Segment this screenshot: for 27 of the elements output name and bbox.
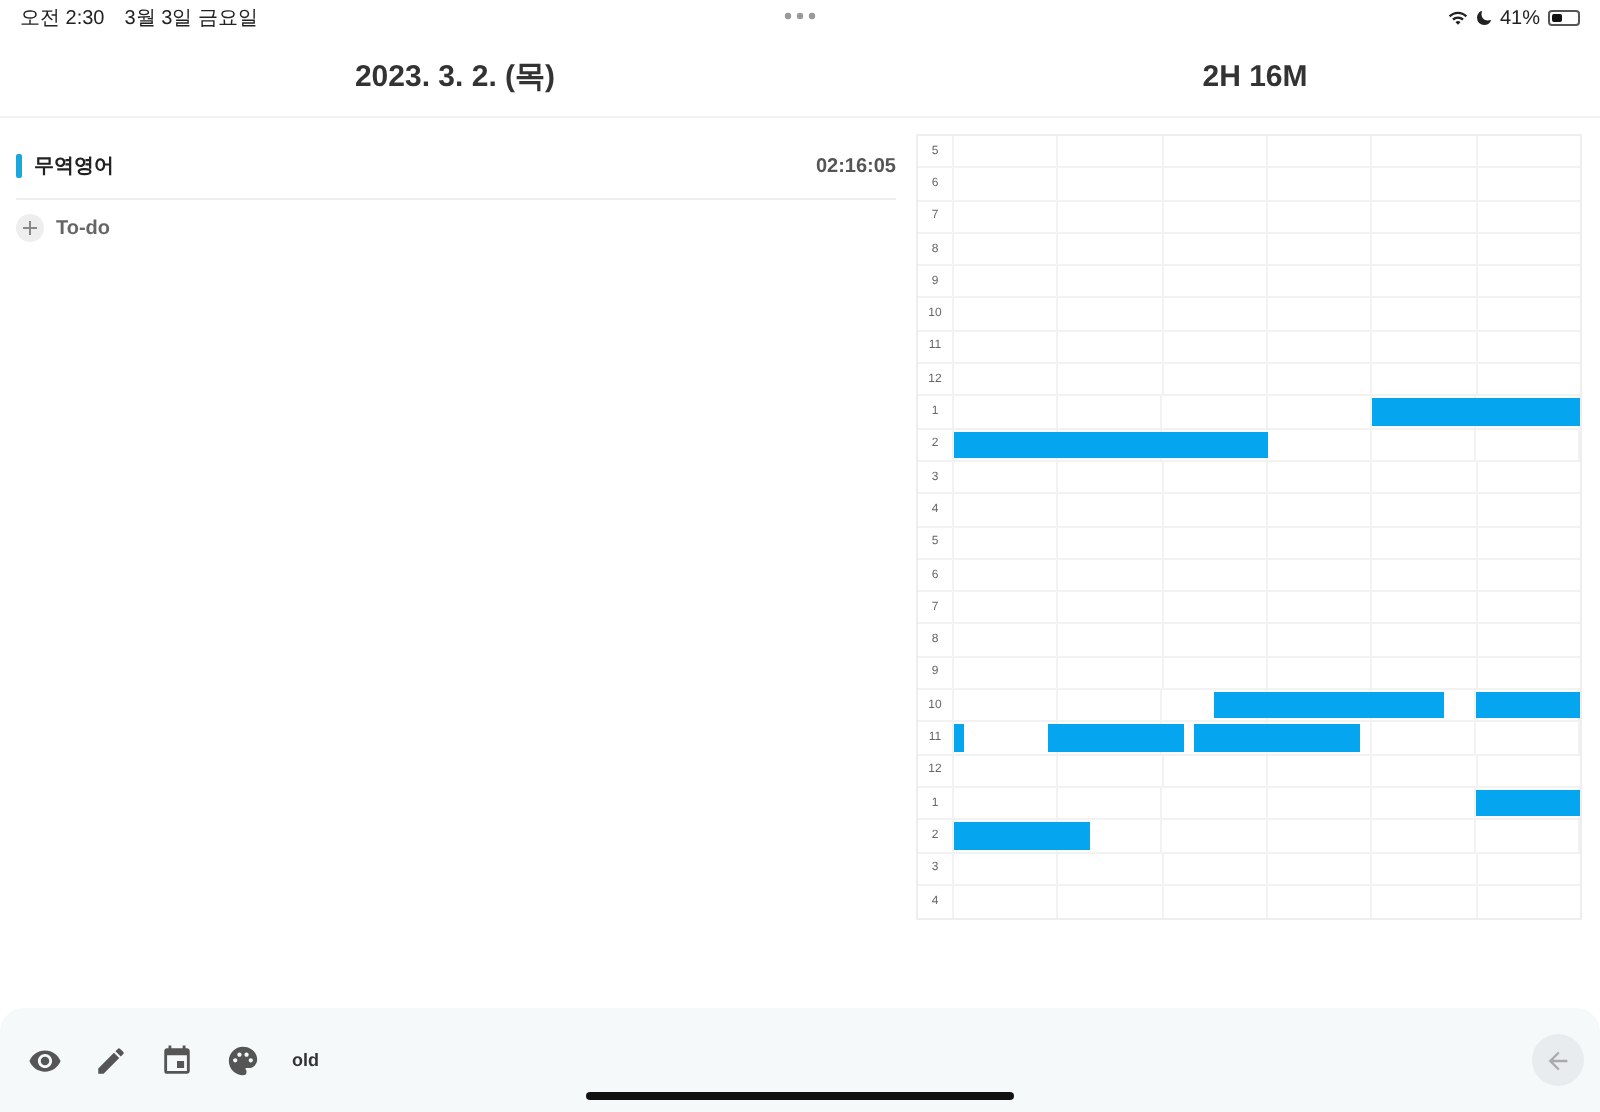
add-button[interactable] [16,214,44,242]
status-date: 3월 3일 금요일 [124,6,258,32]
palette-button[interactable] [226,1043,260,1077]
plus-icon [18,216,42,240]
palette-icon [226,1043,260,1077]
todo-label[interactable]: To-do [56,217,111,239]
time-block [1047,724,1184,752]
task-name: 무역영어 [34,154,114,180]
battery-percent: 41% [1499,7,1540,29]
time-block [1475,692,1580,719]
more-icon[interactable] [784,12,816,20]
wifi-icon [1447,8,1468,28]
total-time-title: 2H 16M [1202,59,1308,93]
task-row[interactable]: 무역영어 02:16:05 [16,134,896,200]
mode-button[interactable]: old [292,1050,319,1070]
task-duration: 02:16:05 [815,155,896,177]
edit-button[interactable] [94,1043,128,1077]
status-time: 오전 2:30 [20,6,105,32]
time-block [954,822,1090,850]
calendar-icon [160,1043,194,1077]
moon-icon [1475,10,1492,26]
calendar-button[interactable] [160,1043,194,1077]
date-title: 2023. 3. 2. (목) [354,57,556,95]
pencil-icon [94,1043,128,1077]
time-block [954,724,965,752]
time-block [1475,789,1580,817]
battery-icon [1548,10,1580,26]
